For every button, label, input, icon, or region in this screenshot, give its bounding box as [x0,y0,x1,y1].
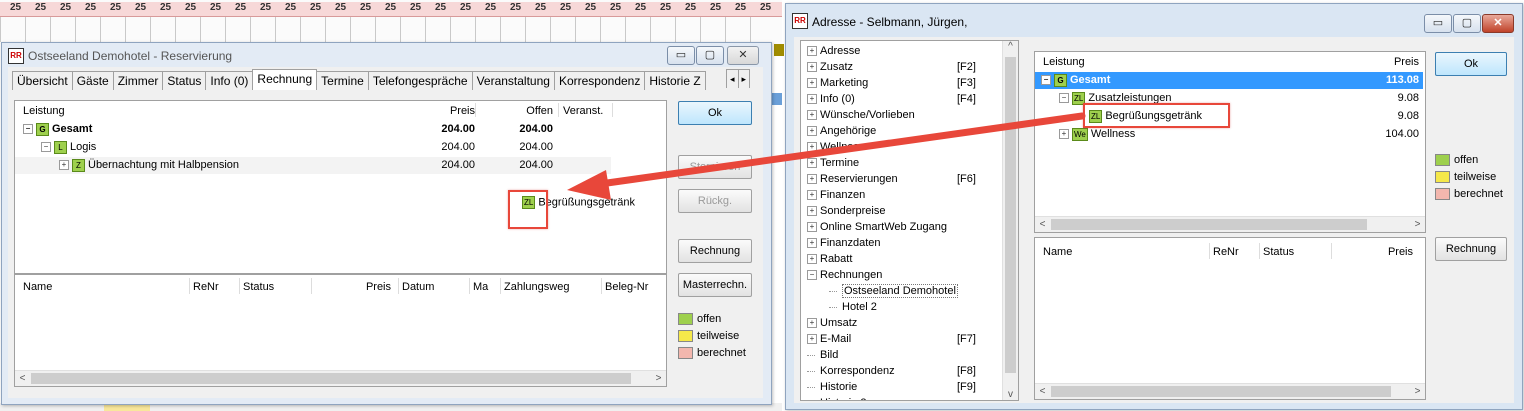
drag-arrow-line [596,112,1086,188]
drag-arrow [567,112,1086,200]
drag-arrow-head-icon [567,170,611,200]
